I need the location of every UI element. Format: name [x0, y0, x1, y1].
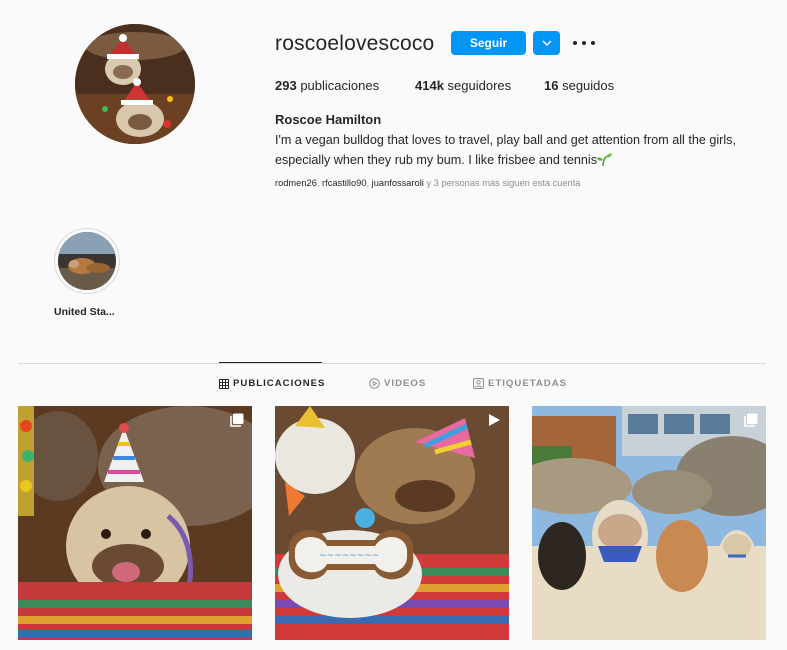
posts-count: 293 publicaciones	[275, 78, 415, 93]
more-dot-icon	[582, 41, 586, 45]
highlight-cover	[58, 232, 116, 290]
chevron-down-icon	[542, 40, 551, 46]
tab-posts[interactable]: PUBLICACIONES	[219, 378, 325, 389]
profile-full-name: Roscoe Hamilton	[275, 112, 382, 127]
followed-by: rodmen26, rfcastillo90, juanfossaroli y …	[275, 178, 580, 188]
tab-videos-label: VIDEOS	[384, 378, 427, 389]
post-thumbnail[interactable]: ~~~~~~~~	[275, 406, 509, 640]
follower-link[interactable]: juanfossaroli	[372, 178, 424, 188]
suggested-accounts-button[interactable]	[533, 31, 560, 55]
more-dot-icon	[573, 41, 577, 45]
bio-line-2: especially when they rub my bum. I like …	[275, 153, 598, 167]
profile-stats: 293 publicaciones 414k seguidores 16 seg…	[275, 78, 614, 93]
following-count[interactable]: 16 seguidos	[544, 78, 614, 93]
followers-count-value: 414k	[415, 78, 444, 93]
highlight-ring	[54, 228, 120, 294]
tab-videos[interactable]: VIDEOS	[369, 378, 426, 389]
profile-bio: I'm a vegan bulldog that loves to travel…	[275, 130, 775, 170]
post-image: ~~~~~~~~	[275, 406, 509, 640]
highlight-label: United Sta...	[54, 306, 115, 318]
followers-count[interactable]: 414k seguidores	[415, 78, 544, 93]
carousel-icon	[744, 413, 758, 427]
posts-count-label: publicaciones	[300, 78, 380, 93]
tab-posts-label: PUBLICACIONES	[233, 378, 326, 389]
post-image	[532, 406, 766, 640]
active-tab-indicator	[219, 362, 322, 363]
tabs-divider	[18, 363, 766, 364]
post-thumbnail[interactable]	[18, 406, 252, 640]
post-thumbnail[interactable]	[532, 406, 766, 640]
posts-count-value: 293	[275, 78, 297, 93]
following-count-value: 16	[544, 78, 559, 93]
tag-icon	[473, 378, 484, 389]
highlight-cover-image	[58, 232, 116, 290]
profile-avatar[interactable]	[75, 24, 195, 144]
follower-link[interactable]: rfcastillo90	[322, 178, 366, 188]
avatar-image	[75, 24, 195, 144]
story-highlight[interactable]: United Sta...	[54, 228, 120, 318]
followers-count-label: seguidores	[447, 78, 512, 93]
carousel-icon	[230, 413, 244, 427]
svg-text:~~~~~~~~: ~~~~~~~~	[319, 551, 379, 561]
bio-line-1: I'm a vegan bulldog that loves to travel…	[275, 133, 736, 147]
followed-by-suffix: y 3 personas más siguen esta cuenta	[423, 178, 581, 188]
post-image	[18, 406, 252, 640]
grid-icon	[219, 378, 229, 389]
follower-link[interactable]: rodmen26	[275, 178, 317, 188]
more-options-button[interactable]	[573, 36, 595, 50]
follow-button[interactable]: Seguir	[451, 31, 526, 55]
seedling-icon	[597, 153, 613, 166]
play-circle-icon	[369, 378, 380, 389]
video-icon	[489, 414, 500, 426]
tab-tagged[interactable]: ETIQUETADAS	[473, 378, 567, 389]
tab-tagged-label: ETIQUETADAS	[488, 378, 568, 389]
more-dot-icon	[591, 41, 595, 45]
profile-username: roscoelovescoco	[275, 32, 435, 55]
following-count-label: seguidos	[562, 78, 615, 93]
